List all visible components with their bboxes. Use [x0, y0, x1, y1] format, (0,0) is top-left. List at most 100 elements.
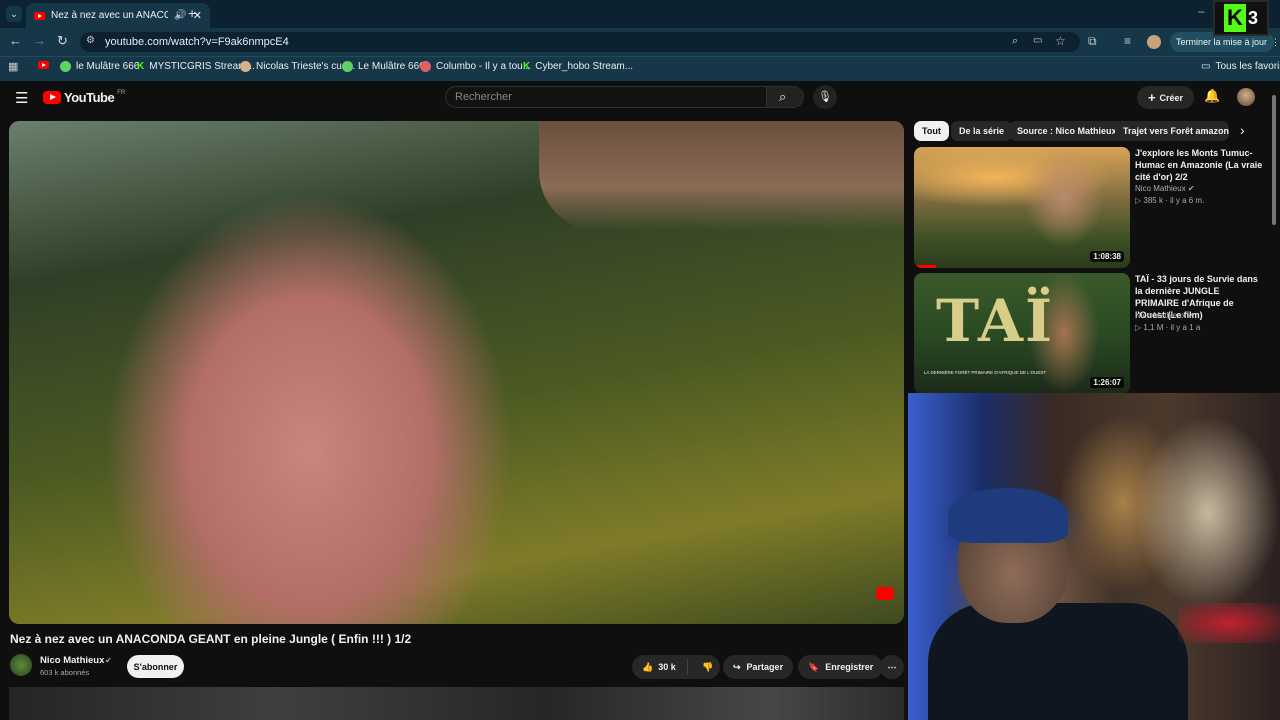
zoom-icon[interactable]: ⌕ — [1012, 35, 1018, 48]
url-text: youtube.com/watch?v=F9ak6nmpcE4 — [105, 36, 289, 48]
new-tab-button[interactable]: + — [188, 5, 196, 21]
bookmark-label: Columbo - Il y a tou... — [436, 61, 532, 72]
account-avatar[interactable] — [1237, 88, 1255, 106]
notifications-icon[interactable]: 🔔 — [1204, 88, 1220, 104]
region-code: FR — [117, 90, 126, 96]
subscribe-label: S'abonner — [133, 661, 178, 672]
kick-icon — [342, 61, 353, 72]
video-rocks — [539, 121, 904, 231]
minimize-icon[interactable]: – — [1198, 4, 1205, 18]
webcam-red-light — [1178, 603, 1280, 643]
channel-label: Nico Mathieux — [1135, 311, 1186, 320]
thumbnail-title: TAÏ — [936, 287, 1055, 355]
reload-icon[interactable]: ↻ — [57, 33, 68, 49]
bookmark-label: Cyber_hobo Stream... — [535, 61, 634, 72]
thumbs-up-icon: 👍 — [642, 661, 654, 672]
site-info-icon[interactable]: ⚙ — [86, 35, 95, 46]
verified-icon: ✔ — [105, 656, 112, 665]
bookmark-item[interactable]: K Cyber_hobo Stream... — [523, 61, 633, 72]
recommendation-channel[interactable]: Nico Mathieux ✔ — [1135, 184, 1195, 193]
reading-list-icon[interactable]: ≡ — [1124, 34, 1131, 48]
kick-logo: K — [1224, 4, 1246, 32]
recommendation-thumbnail[interactable]: 1:08:38 — [914, 147, 1130, 268]
chip-label: Tout — [922, 126, 941, 136]
search-icon: ⌕ — [779, 89, 787, 104]
youtube-logo-icon — [43, 91, 61, 104]
chip-all[interactable]: Tout — [914, 121, 949, 141]
view-count: 385 k — [1143, 196, 1163, 205]
video-duration: 1:08:38 — [1090, 251, 1124, 262]
bookmark-item[interactable]: Le Mulâtre 666 — [342, 61, 425, 72]
like-dislike-group: 👍 30 k 👎 — [632, 655, 720, 679]
chip-source[interactable]: Source : Nico Mathieux — [1009, 121, 1125, 141]
save-icon: 🔖 — [808, 661, 820, 672]
microphone-icon: 🎙 — [818, 91, 832, 103]
page-scrollbar[interactable] — [1272, 95, 1276, 225]
recommendation-title[interactable]: J'explore les Monts Tumuc-Humac en Amazo… — [1135, 147, 1265, 183]
save-label: Enregistrer — [825, 662, 874, 672]
create-button[interactable]: + Créer — [1137, 86, 1194, 109]
forward-icon[interactable]: → — [33, 33, 46, 48]
folder-icon: ▭ — [1201, 61, 1211, 72]
chip-label: Source : Nico Mathieux — [1017, 126, 1117, 136]
bookmark-youtube[interactable] — [38, 61, 49, 69]
search-input[interactable]: Rechercher — [445, 86, 767, 108]
profile-avatar[interactable] — [1147, 35, 1161, 49]
chip-label: Trajet vers Forêt amazonienne — [1123, 126, 1229, 136]
watch-progress — [914, 265, 936, 268]
bookmark-item[interactable]: Nicolas Trieste's cus... — [240, 61, 355, 72]
create-label: Créer — [1159, 92, 1184, 103]
thumbs-down-icon: 👎 — [702, 661, 714, 672]
youtube-watermark-icon — [876, 587, 894, 600]
youtube-logo[interactable]: YouTube FR — [43, 90, 125, 105]
webcam-person-shirt — [928, 603, 1188, 720]
bookmark-item[interactable]: Columbo - Il y a tou... — [420, 61, 531, 72]
like-button[interactable]: 👍 30 k — [632, 659, 688, 675]
all-bookmarks[interactable]: ▭ Tous les favoris — [1201, 61, 1280, 72]
description-area[interactable] — [9, 687, 904, 720]
share-button[interactable]: ↪ Partager — [723, 655, 794, 679]
tab-search-button[interactable]: ⌄ — [6, 6, 22, 22]
youtube-icon — [38, 61, 49, 69]
avatar-icon — [420, 61, 431, 72]
channel-avatar[interactable] — [10, 654, 32, 676]
chip-route[interactable]: Trajet vers Forêt amazonienne — [1115, 121, 1229, 141]
share-icon: ↪ — [733, 661, 741, 672]
cast-icon[interactable]: ▭ — [1033, 35, 1042, 46]
bookmark-star-icon[interactable]: ☆ — [1055, 34, 1066, 48]
share-label: Partager — [746, 662, 784, 672]
channel-name[interactable]: Nico Mathieux — [40, 655, 104, 666]
bookmark-item[interactable]: le Mulâtre 666 — [60, 61, 139, 72]
save-button[interactable]: 🔖 Enregistrer — [798, 655, 884, 679]
video-duration: 1:26:07 — [1090, 377, 1124, 388]
apps-icon[interactable]: ▦ — [8, 60, 18, 73]
chip-series[interactable]: De la série — [951, 121, 1013, 141]
subscriber-count: 603 k abonnés — [40, 668, 90, 677]
bookmark-label: MYSTICGRIS Stream... — [149, 61, 255, 72]
chevron-right-icon[interactable]: › — [1240, 122, 1245, 138]
more-horizontal-icon: ⋯ — [887, 661, 897, 672]
back-icon[interactable]: ← — [9, 33, 22, 48]
speaker-icon[interactable]: 🔊 — [174, 10, 186, 21]
kick-icon: K — [137, 61, 145, 72]
search-button[interactable]: ⌕ — [766, 86, 804, 108]
webcam-bandana — [948, 488, 1068, 543]
recommendation-channel[interactable]: Nico Mathieux ✔ — [1135, 311, 1195, 320]
video-player[interactable] — [9, 121, 904, 624]
recommendation-stats: ▷ 385 k · il y a 6 m. — [1135, 196, 1205, 205]
more-actions-button[interactable]: ⋯ — [880, 655, 904, 679]
dislike-button[interactable]: 👎 — [694, 662, 713, 673]
kick-icon: K — [523, 61, 531, 72]
menu-icon[interactable]: ☰ — [15, 89, 28, 107]
address-bar[interactable]: ⚙ youtube.com/watch?v=F9ak6nmpcE4 ⌕ ▭ ☆ — [80, 32, 1080, 52]
subscribe-button[interactable]: S'abonner — [127, 655, 184, 678]
bookmark-item[interactable]: K MYSTICGRIS Stream... — [137, 61, 255, 72]
voice-search-button[interactable]: 🎙 — [813, 85, 837, 109]
extensions-icon[interactable]: ⧉ — [1088, 34, 1097, 49]
channel-label: Nico Mathieux — [1135, 184, 1186, 193]
browser-tab[interactable]: Nez à nez avec un ANACONDA 🔊 ✕ — [26, 3, 210, 28]
bookmark-label: le Mulâtre 666 — [76, 61, 140, 72]
thumbnail-caption: LA DERNIÈRE FORÊT PRIMAIRE D'AFRIQUE DE … — [924, 370, 1047, 375]
recommendation-thumbnail[interactable]: TAÏ LA DERNIÈRE FORÊT PRIMAIRE D'AFRIQUE… — [914, 273, 1130, 394]
upload-age: il y a 6 m. — [1170, 196, 1205, 205]
